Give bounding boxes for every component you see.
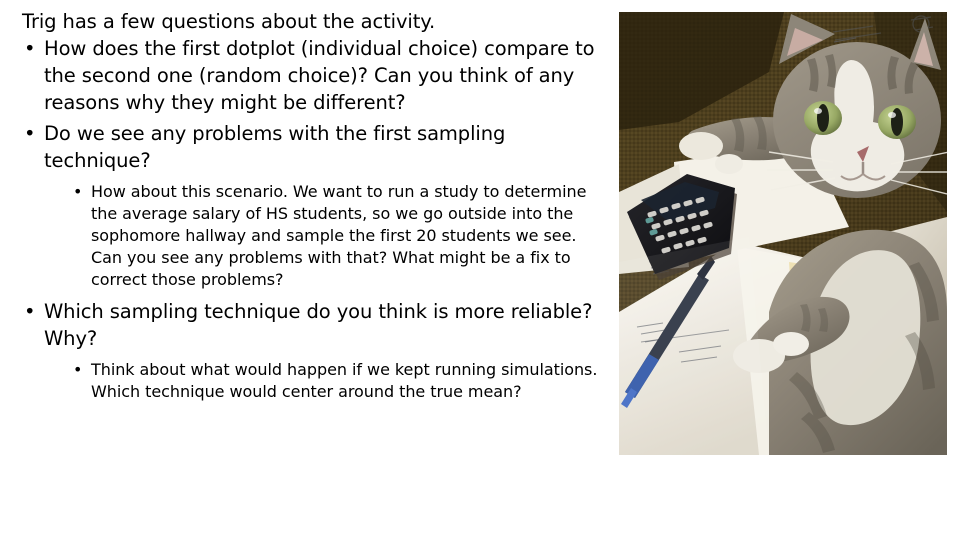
sub-bullet-container: • Think about what would happen if we ke… (18, 359, 603, 403)
bullet-text: How does the first dotplot (individual c… (44, 37, 595, 114)
bullet-glyph-icon: • (73, 360, 83, 379)
slide-title: Trig has a few questions about the activ… (22, 10, 436, 33)
cat-photo-illustration (619, 12, 947, 455)
cat-paw-left-toes (715, 154, 743, 174)
bullet-list-level-2: • How about this scenario. We want to ru… (18, 181, 603, 291)
bullet-glyph-icon: • (24, 122, 36, 145)
sub-bullet-container: • How about this scenario. We want to ru… (18, 181, 603, 291)
bullet-glyph-icon: • (73, 182, 83, 201)
bullet-text: Which sampling technique do you think is… (44, 300, 593, 350)
bullet-item-more-reliable: • Which sampling technique do you think … (22, 298, 603, 352)
bullet-item-sampling-problems: • Do we see any problems with the first … (22, 120, 603, 174)
sub-bullet-text: Think about what would happen if we kept… (91, 360, 598, 401)
bullet-list-level-1: • How does the first dotplot (individual… (18, 35, 603, 403)
light-wash (619, 237, 769, 455)
bullet-item-dotplot-compare: • How does the first dotplot (individual… (22, 35, 603, 116)
spacer (18, 174, 603, 181)
slide-canvas: Trig has a few questions about the activ… (0, 0, 960, 540)
bullet-glyph-icon: • (24, 37, 36, 60)
cat-paw-right-toes (773, 332, 809, 356)
sub-bullet-item-salary-scenario: • How about this scenario. We want to ru… (71, 181, 603, 291)
cat-photo (619, 12, 947, 455)
spacer (18, 352, 603, 359)
spacer (18, 291, 603, 298)
bullet-glyph-icon: • (24, 300, 36, 323)
cat-eye-highlight-right (888, 112, 896, 118)
cat-paw-left (679, 132, 723, 160)
sub-bullet-item-true-mean: • Think about what would happen if we ke… (71, 359, 603, 403)
bullet-text: Do we see any problems with the first sa… (44, 122, 506, 172)
bullet-list-level-2: • Think about what would happen if we ke… (18, 359, 603, 403)
sub-bullet-text: How about this scenario. We want to run … (91, 182, 587, 289)
cat-eye-highlight-left (814, 108, 822, 114)
slide-body-text: Trig has a few questions about the activ… (18, 8, 603, 532)
